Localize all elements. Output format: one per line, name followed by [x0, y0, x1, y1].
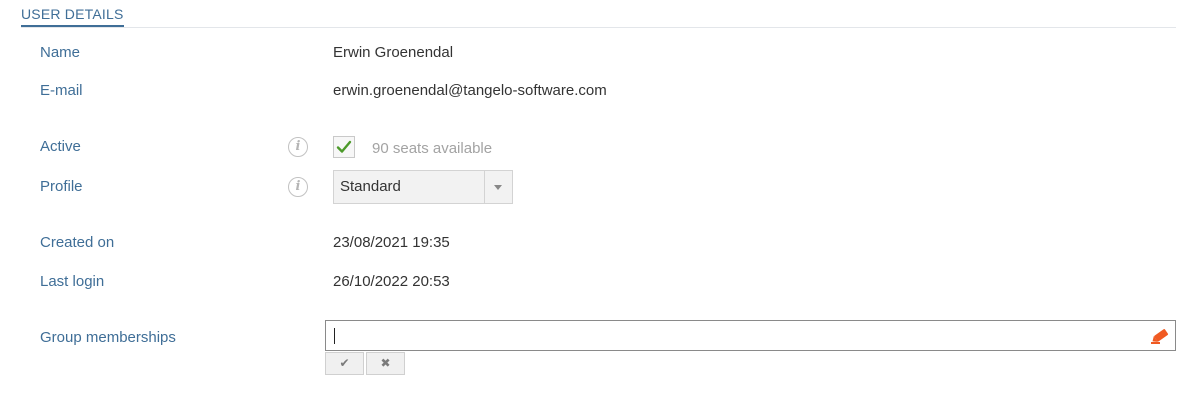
close-icon: ✖	[380, 356, 391, 370]
active-label: Active	[40, 138, 81, 155]
group-memberships-input[interactable]	[325, 320, 1176, 351]
check-icon: ✔	[339, 356, 350, 370]
last-login-label: Last login	[40, 273, 105, 290]
seats-available-text: 90 seats available	[372, 140, 493, 157]
created-on-label: Created on	[40, 234, 115, 251]
confirm-button[interactable]: ✔	[325, 352, 364, 375]
profile-info-icon[interactable]: i	[288, 177, 308, 197]
profile-select-value: Standard	[340, 178, 401, 195]
section-header: USER DETAILS	[21, 0, 1176, 28]
user-details-panel: USER DETAILS Name Erwin Groenendal E-mai…	[0, 0, 1194, 403]
name-value: Erwin Groenendal	[333, 44, 454, 61]
section-title: USER DETAILS	[21, 7, 124, 27]
email-label: E-mail	[40, 82, 83, 99]
profile-select[interactable]: Standard	[333, 170, 513, 204]
name-label: Name	[40, 44, 81, 61]
group-memberships-label: Group memberships	[40, 329, 176, 346]
text-cursor	[334, 328, 335, 344]
created-on-value: 23/08/2021 19:35	[333, 234, 450, 251]
last-login-value: 26/10/2022 20:53	[333, 273, 450, 290]
chevron-down-icon	[494, 185, 502, 190]
active-checkbox[interactable]	[333, 136, 355, 158]
pencil-icon[interactable]	[1151, 327, 1171, 345]
active-info-icon[interactable]: i	[288, 137, 308, 157]
profile-label: Profile	[40, 178, 83, 195]
email-value: erwin.groenendal@tangelo-software.com	[333, 82, 607, 99]
profile-dropdown-button[interactable]	[484, 171, 512, 203]
checkmark-icon	[336, 140, 352, 153]
cancel-button[interactable]: ✖	[366, 352, 405, 375]
